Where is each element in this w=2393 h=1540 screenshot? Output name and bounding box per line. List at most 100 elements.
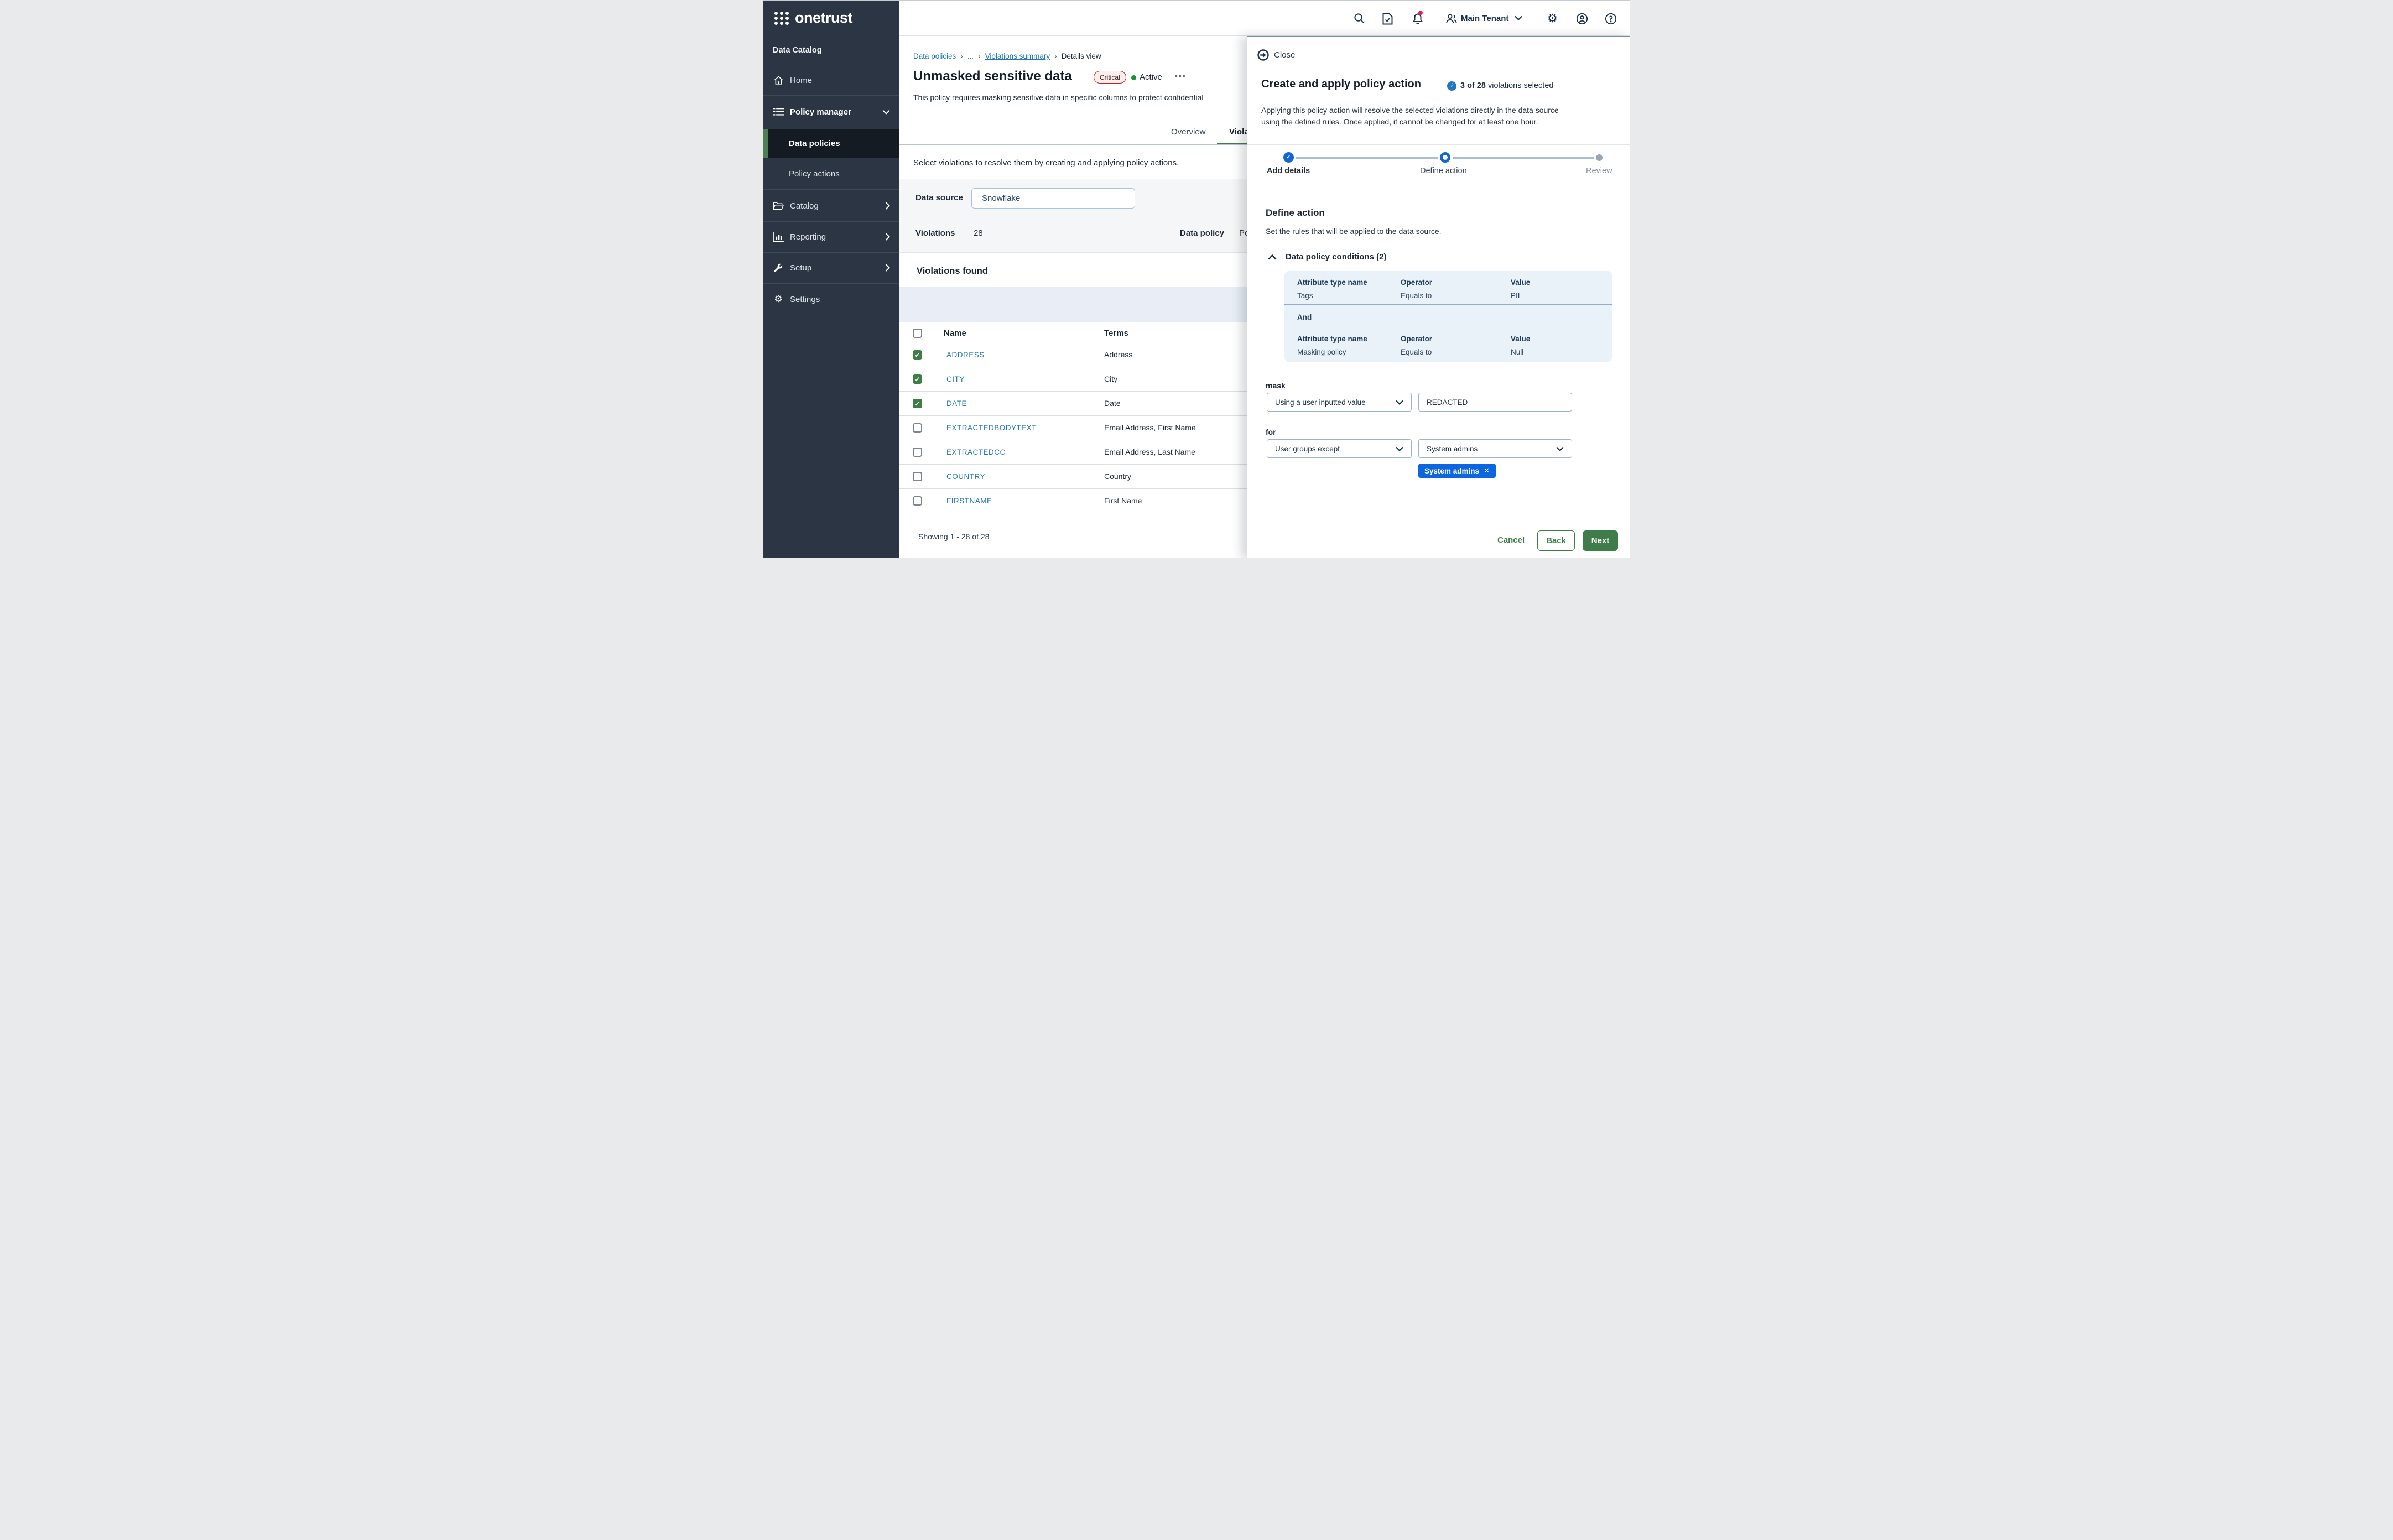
define-action-subheading: Set the rules that will be applied to th… bbox=[1266, 227, 1442, 236]
breadcrumb-violations-summary[interactable]: Violations summary bbox=[985, 52, 1050, 60]
chevron-right-icon bbox=[885, 264, 890, 272]
home-icon bbox=[772, 75, 784, 86]
notifications-bell-icon[interactable] bbox=[1412, 13, 1423, 25]
row-checkbox[interactable] bbox=[913, 423, 922, 433]
sidebar-item-setup[interactable]: Setup bbox=[763, 256, 899, 280]
row-name-link[interactable]: CITY bbox=[946, 375, 965, 383]
row-terms: Date bbox=[1104, 399, 1121, 408]
setup-wrench-icon bbox=[772, 263, 784, 273]
breadcrumb-separator: › bbox=[1054, 52, 1057, 60]
cond-join: And bbox=[1297, 313, 1312, 321]
sidebar-item-data-policies[interactable]: Data policies bbox=[763, 129, 899, 158]
row-name-link[interactable]: DATE bbox=[946, 399, 967, 408]
settings-gear-icon[interactable]: ⚙ bbox=[1547, 12, 1558, 25]
conditions-box: Attribute type name Operator Value Tags … bbox=[1284, 271, 1612, 362]
conditions-collapse-toggle[interactable]: Data policy conditions (2) bbox=[1268, 252, 1387, 262]
stepper-line bbox=[1453, 157, 1594, 159]
select-all-checkbox[interactable] bbox=[913, 329, 922, 338]
sidebar-item-catalog[interactable]: Catalog bbox=[763, 194, 899, 218]
row-name-link[interactable]: EXTRACTEDCC bbox=[946, 448, 1006, 456]
mask-method-dropdown[interactable]: Using a user inputted value bbox=[1267, 393, 1412, 412]
step-label-review: Review bbox=[1586, 167, 1612, 175]
mask-value-input[interactable]: REDACTED bbox=[1418, 393, 1572, 412]
breadcrumb-separator: › bbox=[960, 52, 963, 60]
data-source-label: Data source bbox=[915, 193, 963, 202]
policy-manager-list-icon bbox=[772, 107, 784, 116]
cond-header-val: Value bbox=[1511, 278, 1530, 287]
close-panel-button[interactable]: Close bbox=[1257, 49, 1295, 61]
cond-rule2-val: Null bbox=[1511, 348, 1523, 356]
row-checkbox[interactable] bbox=[913, 472, 922, 481]
row-checkbox[interactable]: ✓ bbox=[913, 350, 922, 360]
sidebar-item-policy-manager[interactable]: Policy manager bbox=[763, 100, 899, 124]
chevron-down-icon[interactable] bbox=[1515, 15, 1522, 20]
sidebar-item-reporting[interactable]: Reporting bbox=[763, 225, 899, 249]
back-button[interactable]: Back bbox=[1537, 530, 1575, 551]
close-label: Close bbox=[1274, 50, 1295, 60]
row-checkbox[interactable]: ✓ bbox=[913, 399, 922, 408]
step-label-define-action: Define action bbox=[1420, 167, 1467, 175]
catalog-folder-icon bbox=[772, 201, 784, 210]
page-title: Unmasked sensitive data bbox=[913, 69, 1072, 84]
for-label: for bbox=[1266, 428, 1276, 436]
data-policy-label: Data policy bbox=[1180, 228, 1224, 238]
conditions-title: Data policy conditions (2) bbox=[1286, 252, 1387, 262]
row-terms: City bbox=[1104, 374, 1117, 383]
search-icon[interactable] bbox=[1354, 13, 1365, 24]
row-terms: Email Address, First Name bbox=[1104, 423, 1196, 432]
tenant-name[interactable]: Main Tenant bbox=[1461, 14, 1508, 23]
define-action-heading: Define action bbox=[1266, 207, 1325, 218]
cancel-button[interactable]: Cancel bbox=[1497, 535, 1525, 545]
row-terms: First Name bbox=[1104, 496, 1142, 505]
chevron-up-icon bbox=[1268, 254, 1277, 260]
divider bbox=[1247, 144, 1630, 145]
cond-header-attr: Attribute type name bbox=[1297, 335, 1367, 343]
sidebar-item-policy-actions[interactable]: Policy actions bbox=[763, 162, 899, 186]
data-source-input[interactable]: Snowflake bbox=[971, 188, 1135, 209]
sidebar-item-home[interactable]: Home bbox=[763, 68, 899, 92]
more-menu-button[interactable]: ••• bbox=[1175, 71, 1187, 80]
tab-overview[interactable]: Overview bbox=[1171, 127, 1206, 137]
row-checkbox[interactable]: ✓ bbox=[913, 374, 922, 384]
for-selector-dropdown[interactable]: User groups except bbox=[1267, 439, 1412, 458]
selected-group-chip: System admins ✕ bbox=[1418, 464, 1496, 478]
notification-dot bbox=[1418, 11, 1423, 15]
next-button[interactable]: Next bbox=[1583, 530, 1618, 551]
chevron-right-icon bbox=[885, 202, 890, 210]
status-label: Active bbox=[1140, 72, 1162, 82]
row-checkbox[interactable] bbox=[913, 448, 922, 457]
row-checkbox[interactable] bbox=[913, 496, 922, 506]
for-group-dropdown[interactable]: System admins bbox=[1418, 439, 1572, 458]
cond-rule1-op: Equals to bbox=[1401, 292, 1432, 300]
mask-label: mask bbox=[1266, 381, 1286, 390]
close-arrow-icon bbox=[1257, 49, 1269, 61]
cond-header-attr: Attribute type name bbox=[1297, 278, 1367, 287]
row-name-link[interactable]: EXTRACTEDBODYTEXT bbox=[946, 424, 1037, 432]
topbar: Main Tenant ⚙ bbox=[899, 1, 1630, 36]
settings-gear-icon: ⚙ bbox=[772, 294, 784, 305]
row-terms: Address bbox=[1104, 350, 1132, 359]
row-name-link[interactable]: ADDRESS bbox=[946, 351, 985, 359]
logo-wordmark: onetrust bbox=[795, 9, 852, 27]
cond-rule1-attr: Tags bbox=[1297, 292, 1313, 300]
row-name-link[interactable]: COUNTRY bbox=[946, 472, 985, 481]
info-icon: i bbox=[1447, 81, 1456, 91]
help-icon[interactable] bbox=[1605, 13, 1617, 25]
step-upcoming-icon bbox=[1596, 154, 1603, 161]
pagination-summary: Showing 1 - 28 of 28 bbox=[918, 532, 989, 541]
account-icon[interactable] bbox=[1576, 13, 1588, 25]
document-check-icon[interactable] bbox=[1382, 13, 1393, 25]
onetrust-logo: onetrust bbox=[774, 9, 852, 27]
breadcrumb-data-policies[interactable]: Data policies bbox=[913, 52, 956, 60]
column-header-name[interactable]: Name bbox=[944, 329, 966, 338]
chip-remove-icon[interactable]: ✕ bbox=[1484, 466, 1490, 475]
selected-indicator bbox=[763, 129, 768, 158]
row-terms: Country bbox=[1104, 472, 1131, 481]
step-current-icon bbox=[1440, 152, 1450, 163]
row-name-link[interactable]: FIRSTNAME bbox=[946, 497, 992, 505]
sidebar-item-settings[interactable]: ⚙ Settings bbox=[763, 287, 899, 311]
column-header-terms[interactable]: Terms bbox=[1104, 329, 1128, 338]
breadcrumb-separator: › bbox=[978, 52, 981, 60]
breadcrumb-ellipsis[interactable]: ... bbox=[967, 52, 974, 60]
step-label-add-details: Add details bbox=[1267, 167, 1310, 175]
